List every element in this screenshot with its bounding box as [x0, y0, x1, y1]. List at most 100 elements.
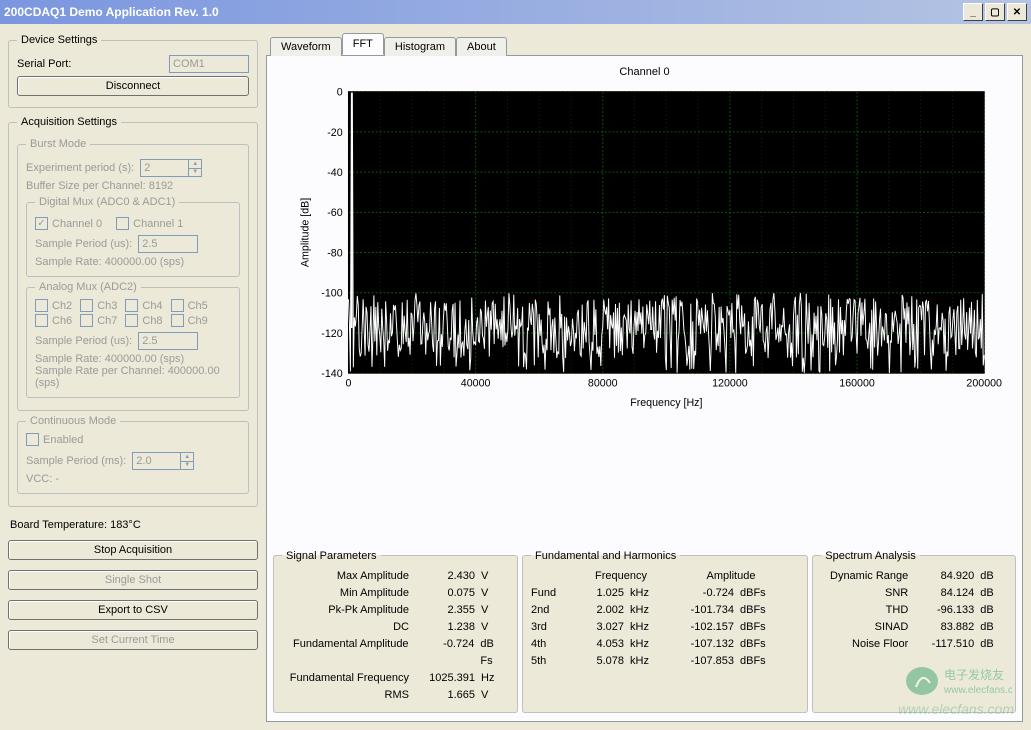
h-freq: 2.002: [571, 602, 626, 619]
spectrum-row: Noise Floor-117.510dB: [821, 636, 1007, 653]
h-amp: -107.132: [666, 636, 736, 653]
svg-text:120000: 120000: [712, 378, 748, 390]
ch4-checkbox: Ch4: [125, 299, 162, 312]
chart-title: Channel 0: [273, 62, 1016, 82]
sa-label: Dynamic Range: [821, 568, 916, 585]
sp-label: RMS: [282, 687, 417, 704]
continuous-mode-legend: Continuous Mode: [26, 415, 120, 427]
svg-text:0: 0: [337, 87, 343, 99]
device-settings-legend: Device Settings: [17, 34, 101, 46]
experiment-period-label: Experiment period (s):: [26, 162, 134, 174]
digital-mux-legend: Digital Mux (ADC0 & ADC1): [35, 196, 179, 208]
minimize-button[interactable]: _: [963, 3, 983, 21]
continuous-sample-period-label: Sample Period (ms):: [26, 455, 126, 467]
analog-mux-group: Analog Mux (ADC2) Ch2 Ch3 Ch4 Ch5 Ch6 Ch…: [26, 281, 240, 398]
tab-waveform[interactable]: Waveform: [270, 37, 342, 56]
dmux-sample-period-input: [138, 235, 198, 253]
sp-label: Min Amplitude: [282, 585, 417, 602]
ch6-checkbox: Ch6: [35, 314, 72, 327]
sa-label: SINAD: [821, 619, 916, 636]
export-csv-button[interactable]: Export to CSV: [8, 600, 258, 620]
disconnect-button[interactable]: Disconnect: [17, 76, 249, 96]
signal-param-row: Pk-Pk Amplitude2.355V: [282, 602, 509, 619]
h-aunit: dBFs: [736, 619, 766, 636]
serial-port-label: Serial Port:: [17, 58, 163, 70]
h-funit: kHz: [626, 636, 666, 653]
sa-value: -117.510: [916, 636, 976, 653]
sp-label: Pk-Pk Amplitude: [282, 602, 417, 619]
amux-sample-rate-per-ch-label: Sample Rate per Channel: 400000.00 (sps): [35, 365, 231, 389]
spin-down-icon: ▼: [189, 169, 201, 177]
sp-value: 2.355: [417, 602, 477, 619]
h-funit: kHz: [626, 619, 666, 636]
h-aunit: dBFs: [736, 602, 766, 619]
digital-mux-group: Digital Mux (ADC0 & ADC1) ✓Channel 0 Cha…: [26, 196, 240, 277]
h-funit: kHz: [626, 602, 666, 619]
tab-histogram[interactable]: Histogram: [384, 37, 456, 56]
sa-unit: dB: [976, 602, 993, 619]
sp-label: Max Amplitude: [282, 568, 417, 585]
sa-label: Noise Floor: [821, 636, 916, 653]
tab-strip: Waveform FFT Histogram About: [266, 32, 1023, 56]
svg-text:40000: 40000: [461, 378, 491, 390]
sa-label: THD: [821, 602, 916, 619]
ch2-checkbox: Ch2: [35, 299, 72, 312]
acquisition-settings-group: Acquisition Settings Burst Mode Experime…: [8, 116, 258, 507]
harmonic-row: 2nd2.002kHz-101.734dBFs: [531, 602, 799, 619]
svg-text:-40: -40: [327, 167, 342, 179]
spectrum-analysis-legend: Spectrum Analysis: [821, 550, 919, 562]
signal-param-row: RMS1.665V: [282, 687, 509, 704]
spectrum-row: SNR84.124dB: [821, 585, 1007, 602]
h-freq: 4.053: [571, 636, 626, 653]
h-funit: kHz: [626, 585, 666, 602]
spectrum-row: SINAD83.882dB: [821, 619, 1007, 636]
svg-text:-20: -20: [327, 127, 342, 139]
harmonic-row: 5th5.078kHz-107.853dBFs: [531, 653, 799, 670]
maximize-button[interactable]: ▢: [985, 3, 1005, 21]
sa-value: -96.133: [916, 602, 976, 619]
tab-fft[interactable]: FFT: [342, 33, 384, 55]
h-freq: 1.025: [571, 585, 626, 602]
amux-sample-period-input: [138, 332, 198, 350]
harmonic-row: Fund1.025kHz-0.724dBFs: [531, 585, 799, 602]
continuous-mode-group: Continuous Mode Enabled Sample Period (m…: [17, 415, 249, 494]
amux-sample-rate-label: Sample Rate: 400000.00 (sps): [35, 353, 231, 365]
continuous-sample-period-input: [132, 452, 180, 470]
spectrum-analysis-group: Spectrum Analysis Dynamic Range84.920dBS…: [812, 550, 1016, 713]
harmonics-group: Fundamental and Harmonics Frequency Ampl…: [522, 550, 808, 713]
continuous-sample-period-spinner: ▲▼: [132, 452, 194, 470]
signal-param-row: Fundamental Frequency1025.391Hz: [282, 670, 509, 687]
tab-about[interactable]: About: [456, 37, 507, 56]
sp-value: 0.075: [417, 585, 477, 602]
sp-value: 1.665: [417, 687, 477, 704]
signal-param-row: Max Amplitude2.430V: [282, 568, 509, 585]
vcc-label: VCC: -: [26, 473, 240, 485]
svg-text:Frequency [Hz]: Frequency [Hz]: [630, 397, 702, 409]
svg-text:200000: 200000: [966, 378, 1002, 390]
ch7-checkbox: Ch7: [80, 314, 117, 327]
close-button[interactable]: ✕: [1007, 3, 1027, 21]
h-label: 5th: [531, 653, 571, 670]
buffer-size-label: Buffer Size per Channel: 8192: [26, 180, 240, 192]
ch8-checkbox: Ch8: [125, 314, 162, 327]
experiment-period-input: [140, 159, 188, 177]
window-title: 200CDAQ1 Demo Application Rev. 1.0: [4, 5, 961, 19]
sp-unit: Hz: [477, 670, 494, 687]
continuous-enabled-checkbox: Enabled: [26, 433, 83, 446]
svg-text:-100: -100: [321, 288, 342, 300]
h-aunit: dBFs: [736, 585, 766, 602]
svg-text:Amplitude [dB]: Amplitude [dB]: [300, 198, 312, 267]
stop-acquisition-button[interactable]: Stop Acquisition: [8, 540, 258, 560]
sp-value: -0.724: [417, 636, 477, 670]
h-funit: kHz: [626, 653, 666, 670]
sp-unit: dB Fs: [476, 636, 509, 670]
h-aunit: dBFs: [736, 636, 766, 653]
h-freq: 5.078: [571, 653, 626, 670]
sa-value: 83.882: [916, 619, 976, 636]
sa-unit: dB: [976, 619, 993, 636]
single-shot-button: Single Shot: [8, 570, 258, 590]
h-amp: -107.853: [666, 653, 736, 670]
sp-unit: V: [477, 602, 488, 619]
h-amp: -102.157: [666, 619, 736, 636]
svg-text:80000: 80000: [588, 378, 618, 390]
